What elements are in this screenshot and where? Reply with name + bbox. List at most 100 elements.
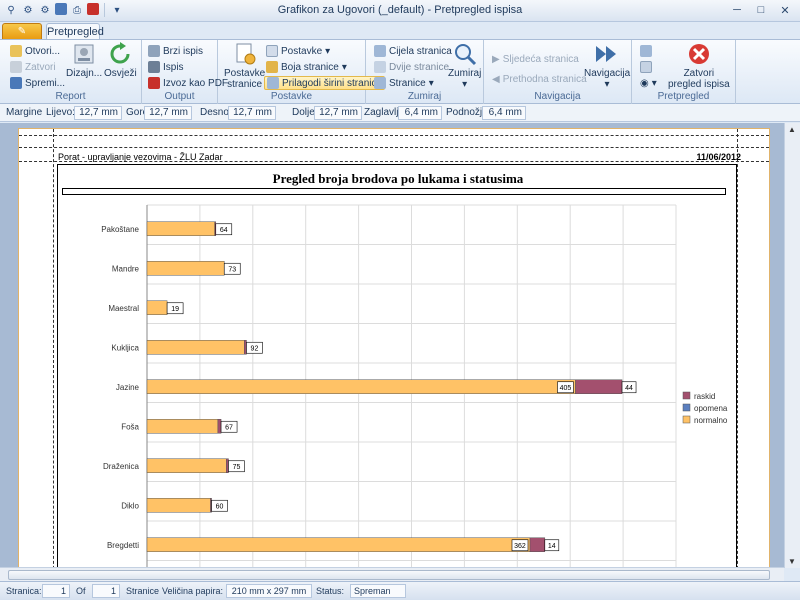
pages-dropdown[interactable]: Stranice ▾: [374, 76, 434, 90]
status-label: Status:: [316, 586, 345, 596]
margin-header-field[interactable]: 6,4 mm: [398, 106, 442, 120]
title-bar: ⚲ ⚙ ⚙ ⎙ ▾ Grafikon za Ugovori (_default)…: [0, 0, 800, 22]
minimize-icon[interactable]: ─: [726, 2, 748, 18]
scroll-up-icon[interactable]: ▲: [788, 125, 796, 134]
pages-status-label: Stranice: [126, 586, 160, 596]
settings-dropdown[interactable]: Postavke ▾: [266, 44, 330, 58]
margin-footer-field[interactable]: 6,4 mm: [482, 106, 526, 120]
paper-label: Veličina papira:: [162, 586, 224, 596]
page-setup-button[interactable]: Postavke stranice: [224, 42, 265, 90]
bar-normalno: [146, 498, 211, 513]
quick-print-button[interactable]: Brzi ispis: [148, 44, 203, 58]
bar-raskid: [529, 537, 546, 552]
margin-guide-left: [53, 129, 54, 568]
two-pages-icon: [374, 61, 386, 73]
open-button[interactable]: Otvori...: [10, 44, 60, 58]
thumbnails-button[interactable]: [640, 44, 652, 58]
refresh-button[interactable]: Osvježi: [104, 42, 137, 79]
paint-bucket-icon: [266, 61, 278, 73]
margin-bottom-field[interactable]: 12,7 mm: [314, 106, 362, 120]
page-color-dropdown[interactable]: Boja stranice ▾: [266, 60, 347, 74]
margin-left-field[interactable]: 12,7 mm: [74, 106, 122, 120]
maximize-icon[interactable]: □: [750, 2, 772, 18]
design-button[interactable]: Dizajn...: [66, 42, 102, 79]
legend-swatch: [682, 391, 691, 400]
page-view-button[interactable]: [640, 60, 652, 74]
document-icon: [266, 45, 278, 57]
two-pages-button[interactable]: Dvije stranice: [374, 60, 449, 74]
zoom-button[interactable]: Zumiraj ▾: [448, 42, 481, 90]
pages-icon: [374, 77, 386, 89]
close-preview-icon: [686, 42, 712, 66]
data-label: 73: [228, 266, 236, 273]
whole-page-icon: [374, 45, 386, 57]
next-page-button[interactable]: ▶ Sljedeća stranica: [492, 52, 579, 66]
margin-right-field[interactable]: 12,7 mm: [228, 106, 276, 120]
margins-bar: Margine Lijevo: 12,7 mm Gore: 12,7 mm De…: [0, 104, 800, 122]
navigation-button[interactable]: Navigacija ▾: [584, 42, 630, 90]
open-label: Otvori...: [25, 45, 61, 57]
bar-normalno: [146, 379, 576, 394]
margin-top-field[interactable]: 12,7 mm: [144, 106, 192, 120]
print-button[interactable]: Ispis: [148, 60, 184, 74]
bar-normalno: [146, 537, 531, 552]
close-icon[interactable]: ✕: [774, 2, 796, 18]
app-menu-button[interactable]: ✎: [2, 23, 42, 40]
navigation-arrows-icon: [594, 42, 620, 66]
category-label: Jazine: [116, 383, 140, 392]
view-options-dropdown[interactable]: ◉ ▾: [640, 76, 657, 90]
legend-swatch: [682, 403, 691, 412]
report-page: Porat - upravljanje vezovima - ŽLU Zadar…: [18, 128, 770, 568]
save-button[interactable]: Spremi...: [10, 76, 65, 90]
of-label: Of: [76, 586, 86, 596]
margin-guide-right: [737, 129, 738, 568]
group-zoom: Cijela stranica Dvije stranice Stranice …: [366, 40, 484, 104]
scroll-down-icon[interactable]: ▼: [788, 557, 796, 566]
data-label: 405: [560, 385, 572, 392]
preview-area[interactable]: Porat - upravljanje vezovima - ŽLU Zadar…: [0, 123, 784, 568]
data-label: 44: [625, 385, 633, 392]
margins-label: Margine: [6, 107, 43, 118]
save-label: Spremi...: [25, 77, 66, 89]
report-header: Porat - upravljanje vezovima - ŽLU Zadar: [58, 152, 223, 162]
data-label: 19: [171, 306, 179, 313]
horizontal-scrollbar[interactable]: [0, 567, 784, 581]
data-label: 14: [548, 543, 556, 550]
pdf-icon: [148, 77, 160, 89]
folder-icon: [10, 45, 22, 57]
data-label: 64: [220, 227, 228, 234]
bar-chart: Pakoštane 64 Mandre 73 Maestral 19 Kukljica 92 J…: [101, 204, 728, 568]
whole-page-button[interactable]: Cijela stranica: [374, 44, 452, 58]
horizontal-scroll-thumb[interactable]: [8, 570, 770, 580]
close-report-button[interactable]: Zatvori: [10, 60, 56, 74]
page-color-label: Boja stranice: [281, 61, 339, 73]
group-preview: ◉ ▾ Zatvori pregled ispisa Pretpregled: [632, 40, 736, 104]
bar-raskid: [217, 419, 222, 434]
page-setup-label-2: stranice: [227, 79, 263, 90]
magnifier-icon: [452, 42, 478, 66]
category-label: Foša: [121, 422, 139, 431]
print-label: Ispis: [163, 61, 184, 73]
page-count: 1: [92, 584, 120, 598]
next-page-label: Sljedeća stranica: [502, 53, 579, 65]
category-label: Kukljica: [111, 343, 139, 352]
bar-normalno: [146, 419, 219, 434]
group-preview-label: Pretpregled: [657, 91, 710, 102]
pages-label: Stranice: [389, 77, 426, 89]
close-preview-label-1: Zatvori: [683, 68, 715, 79]
chevron-down-icon: ▾: [651, 77, 657, 89]
close-preview-label-2: pregled ispisa: [668, 79, 730, 90]
printer-icon: [148, 61, 160, 73]
close-preview-button[interactable]: Zatvori pregled ispisa: [668, 42, 730, 90]
export-pdf-button[interactable]: Izvoz kao PDF: [148, 76, 228, 90]
vertical-scrollbar[interactable]: ▲ ▼: [784, 123, 800, 568]
group-report-label: Report: [55, 91, 86, 102]
category-label: Diklo: [121, 501, 139, 510]
page-number: 1: [42, 584, 70, 598]
bar-raskid: [575, 379, 623, 394]
prev-page-button[interactable]: ◀ Prethodna stranica: [492, 72, 587, 86]
margin-guide-top: [19, 135, 769, 136]
group-output-label: Output: [164, 91, 195, 102]
design-label: Dizajn...: [66, 68, 103, 79]
arrow-right-icon: ▶: [492, 53, 500, 65]
